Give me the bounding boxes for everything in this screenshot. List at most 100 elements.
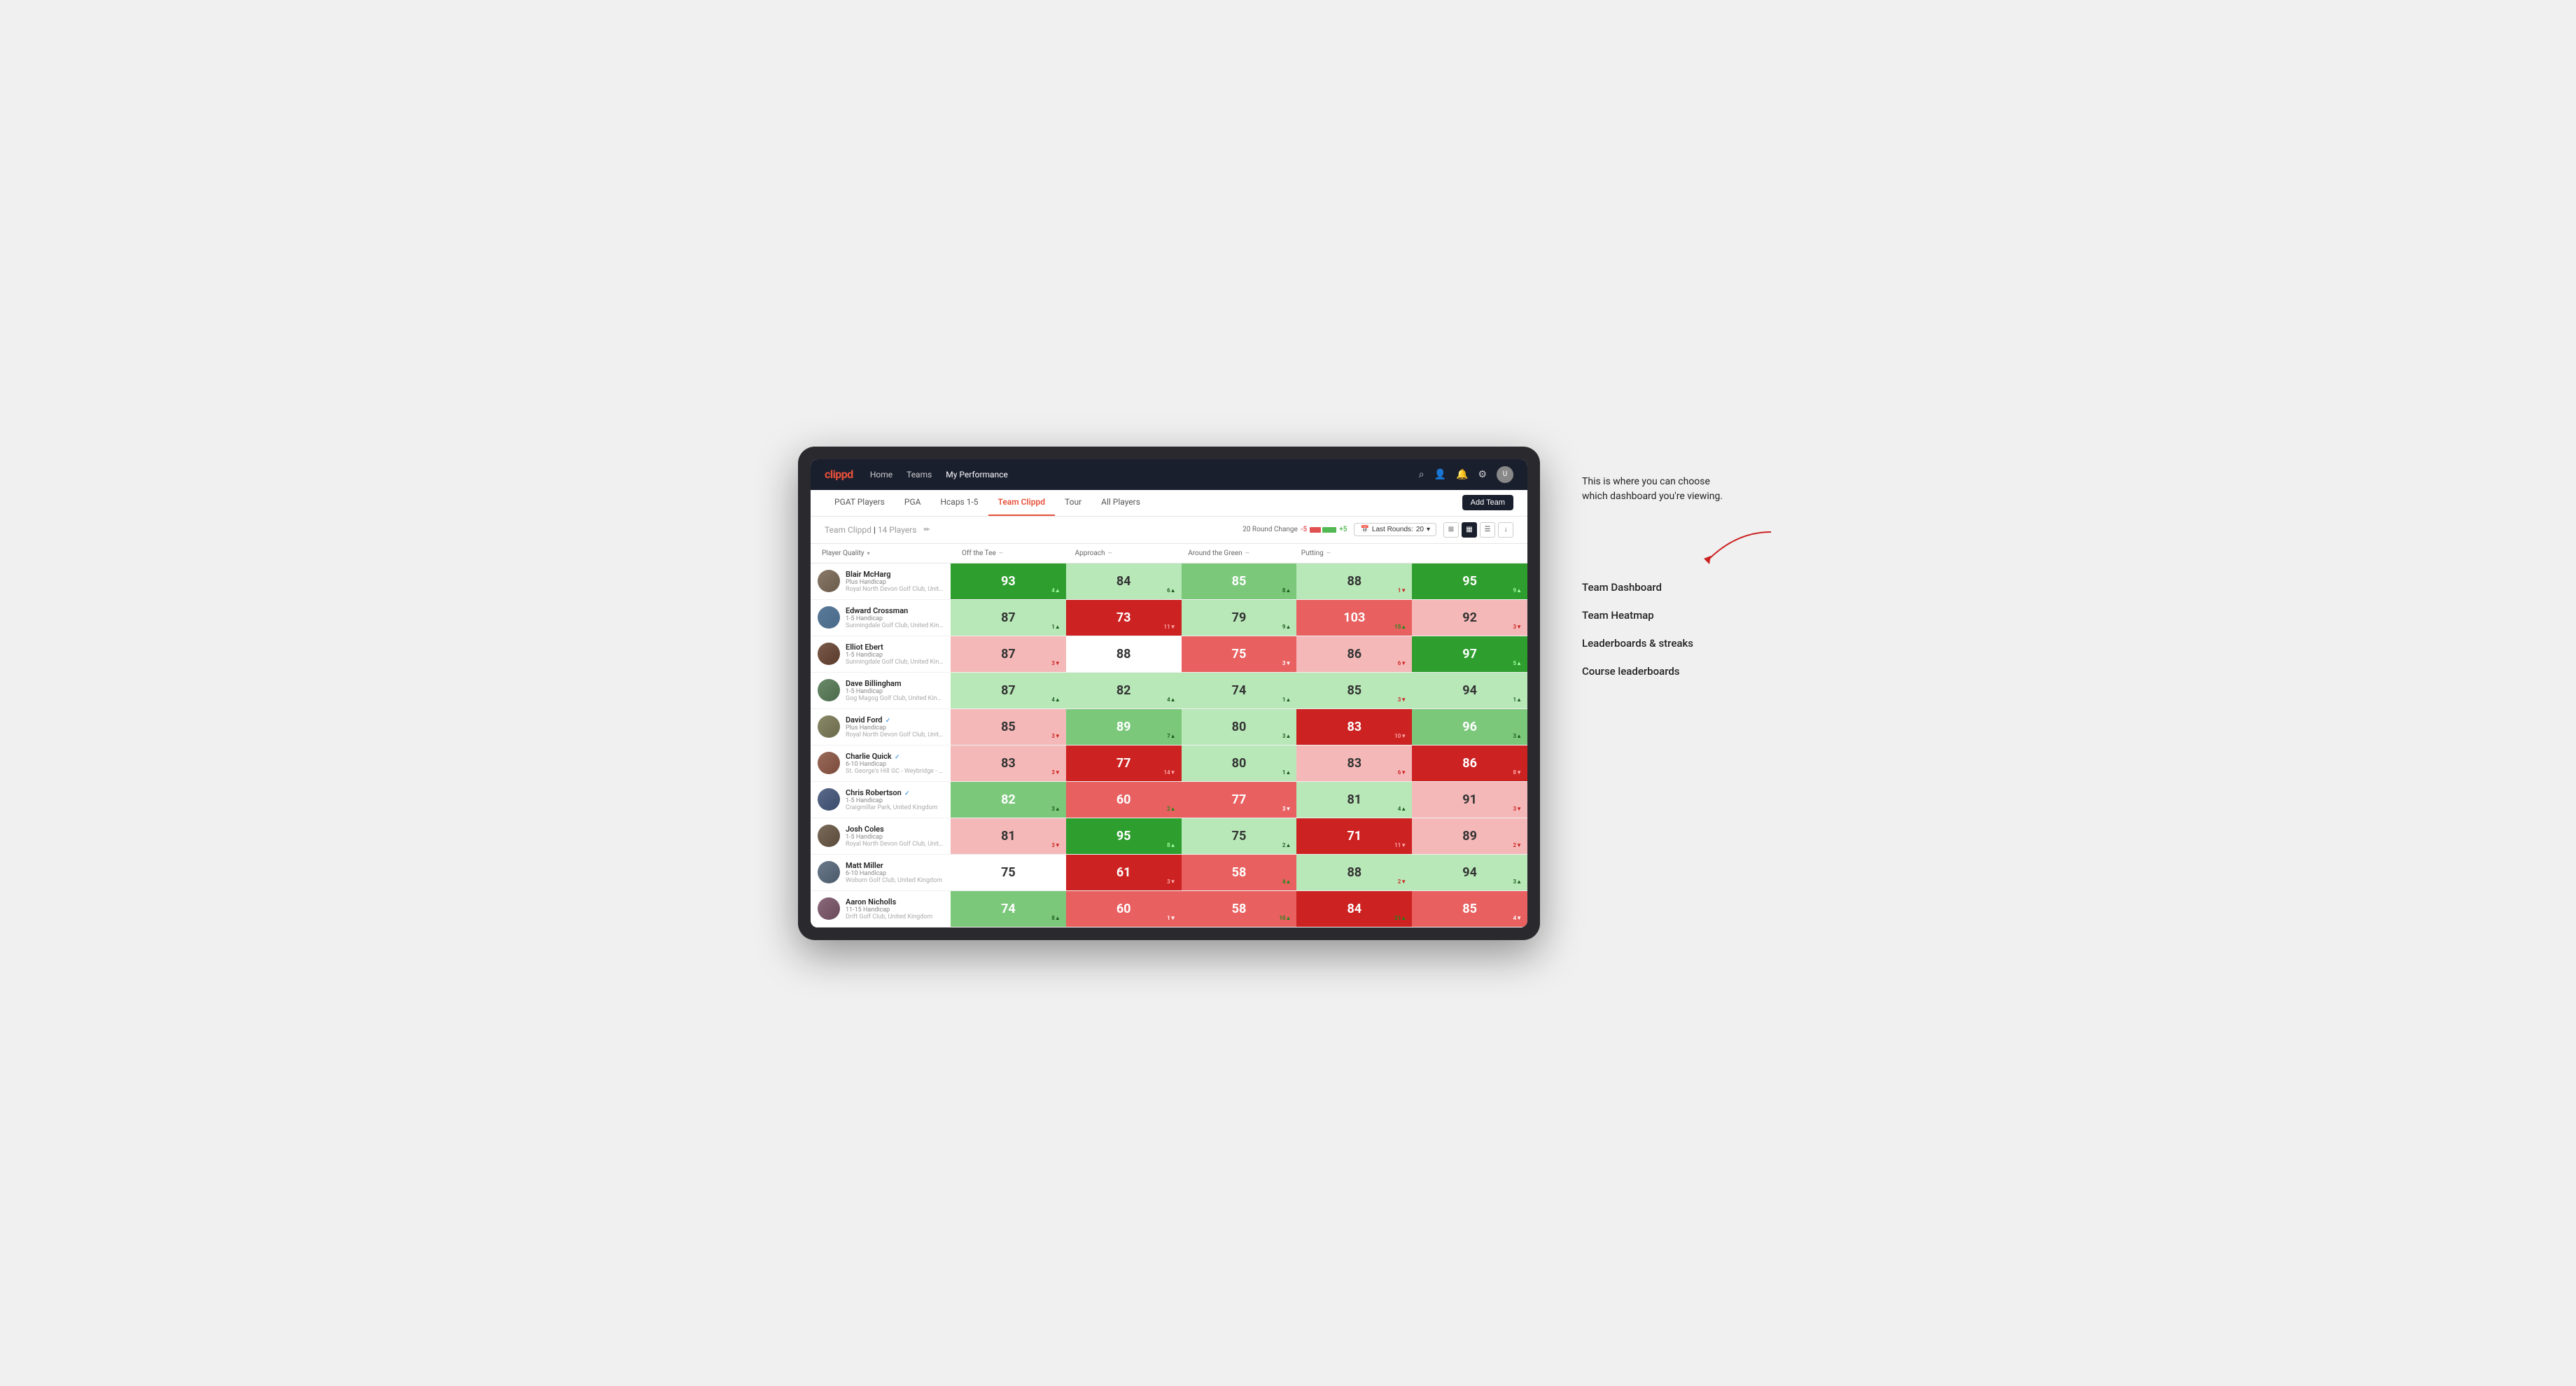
- score-cell: 7714▼: [1066, 746, 1182, 781]
- player-details: David Ford ✓Plus HandicapRoyal North Dev…: [846, 715, 944, 738]
- player-info: Matt Miller6-10 HandicapWoburn Golf Club…: [811, 855, 951, 890]
- add-team-button[interactable]: Add Team: [1462, 495, 1513, 510]
- player-details: Charlie Quick ✓6-10 HandicapSt. George's…: [846, 752, 944, 775]
- nav-link-teams[interactable]: Teams: [906, 467, 932, 482]
- search-icon[interactable]: ⌕: [1419, 469, 1424, 480]
- score-value: 80: [1232, 720, 1247, 734]
- table-row[interactable]: Aaron Nicholls11-15 HandicapDrift Golf C…: [811, 891, 1527, 927]
- option-leaderboards: Leaderboards & streaks: [1582, 637, 1778, 650]
- heatmap-view-button[interactable]: ▦: [1462, 522, 1477, 538]
- score-value: 92: [1462, 610, 1477, 625]
- player-club: Sunningdale Golf Club, United Kingdom: [846, 622, 944, 629]
- score-change: 8▲: [1282, 587, 1292, 594]
- subnav-all-players[interactable]: All Players: [1091, 489, 1150, 516]
- avatar: [818, 861, 840, 883]
- score-change: 4▲: [1282, 878, 1292, 885]
- score-cell: 882▼: [1296, 855, 1412, 890]
- team-title: Team Clippd | 14 Players: [825, 525, 916, 535]
- last-rounds-button[interactable]: 📅 Last Rounds: 20 ▾: [1354, 523, 1436, 536]
- top-nav: clippd Home Teams My Performance ⌕ 👤 🔔 ⚙…: [811, 459, 1527, 490]
- score-change: 11▼: [1394, 842, 1406, 848]
- bell-icon[interactable]: 🔔: [1456, 469, 1468, 480]
- plus-val: +5: [1339, 526, 1347, 533]
- score-cell: 824▲: [1066, 673, 1182, 708]
- subnav-pgat[interactable]: PGAT Players: [825, 489, 895, 516]
- list-view-button[interactable]: ☰: [1480, 522, 1495, 538]
- player-name: Aaron Nicholls: [846, 897, 944, 906]
- settings-icon[interactable]: ⚙: [1478, 469, 1487, 480]
- avatar: [818, 788, 840, 811]
- subnav-hcaps[interactable]: Hcaps 1-5: [930, 489, 988, 516]
- table-row[interactable]: Charlie Quick ✓6-10 HandicapSt. George's…: [811, 746, 1527, 782]
- player-info: Josh Coles1-5 HandicapRoyal North Devon …: [811, 818, 951, 854]
- avatar: [818, 825, 840, 847]
- player-handicap: 11-15 Handicap: [846, 906, 944, 913]
- score-value: 73: [1116, 610, 1131, 625]
- score-cell: 963▲: [1412, 709, 1527, 745]
- score-change: 9▲: [1282, 624, 1292, 630]
- score-cell: 881▼: [1296, 564, 1412, 599]
- score-value: 80: [1232, 756, 1247, 771]
- grid-view-button[interactable]: ⊞: [1443, 522, 1459, 538]
- score-value: 74: [1001, 902, 1016, 916]
- score-change: 4▲: [1051, 587, 1060, 594]
- col-header-player[interactable]: Player Quality ▾: [816, 547, 956, 560]
- player-handicap: 1-5 Handicap: [846, 615, 944, 622]
- player-rows: Blair McHargPlus HandicapRoyal North Dev…: [811, 564, 1527, 927]
- table-row[interactable]: Josh Coles1-5 HandicapRoyal North Devon …: [811, 818, 1527, 855]
- tablet-screen: clippd Home Teams My Performance ⌕ 👤 🔔 ⚙…: [811, 459, 1527, 927]
- table-row[interactable]: David Ford ✓Plus HandicapRoyal North Dev…: [811, 709, 1527, 746]
- score-cell: 941▲: [1412, 673, 1527, 708]
- score-cell: 868▼: [1412, 746, 1527, 781]
- score-cell: 823▲: [951, 782, 1066, 818]
- calendar-icon: 📅: [1360, 526, 1368, 533]
- player-name: David Ford ✓: [846, 715, 944, 724]
- avatar[interactable]: U: [1497, 466, 1513, 483]
- subnav-pga[interactable]: PGA: [895, 489, 931, 516]
- subnav-tour[interactable]: Tour: [1055, 489, 1091, 516]
- nav-link-home[interactable]: Home: [870, 467, 892, 482]
- table-row[interactable]: Chris Robertson ✓1-5 HandicapCraigmillar…: [811, 782, 1527, 818]
- player-name: Charlie Quick ✓: [846, 752, 944, 761]
- table-row[interactable]: Edward Crossman1-5 HandicapSunningdale G…: [811, 600, 1527, 636]
- table-row[interactable]: Elliot Ebert1-5 HandicapSunningdale Golf…: [811, 636, 1527, 673]
- score-change: 6▼: [1398, 660, 1407, 666]
- score-cell: 959▲: [1412, 564, 1527, 599]
- score-cell: 943▲: [1412, 855, 1527, 890]
- score-change: 3▼: [1051, 660, 1060, 666]
- score-cell: 836▼: [1296, 746, 1412, 781]
- col-header-putting[interactable]: Putting —: [1296, 547, 1409, 560]
- nav-icons: ⌕ 👤 🔔 ⚙ U: [1419, 466, 1513, 483]
- subnav-team-clippd[interactable]: Team Clippd: [988, 489, 1055, 516]
- col-header-around-green[interactable]: Around the Green —: [1182, 547, 1296, 560]
- table-row[interactable]: Blair McHargPlus HandicapRoyal North Dev…: [811, 564, 1527, 600]
- avatar: [818, 679, 840, 701]
- sub-nav: PGAT Players PGA Hcaps 1-5 Team Clippd T…: [811, 490, 1527, 517]
- download-button[interactable]: ↓: [1498, 522, 1513, 538]
- score-value: 83: [1347, 720, 1362, 734]
- score-change: 10▼: [1394, 733, 1406, 739]
- table-row[interactable]: Matt Miller6-10 HandicapWoburn Golf Club…: [811, 855, 1527, 891]
- table-row[interactable]: Dave Billingham1-5 HandicapGog Magog Gol…: [811, 673, 1527, 709]
- score-cell: 866▼: [1296, 636, 1412, 672]
- col-header-approach[interactable]: Approach —: [1070, 547, 1183, 560]
- score-cell: 923▼: [1412, 600, 1527, 636]
- score-cell: 613▼: [1066, 855, 1182, 890]
- score-change: 1▲: [1051, 624, 1060, 630]
- player-info: Aaron Nicholls11-15 HandicapDrift Golf C…: [811, 891, 951, 927]
- player-handicap: Plus Handicap: [846, 579, 944, 586]
- score-change: 8▲: [1167, 842, 1176, 848]
- score-value: 77: [1232, 792, 1247, 807]
- edit-icon[interactable]: ✏: [923, 525, 930, 534]
- score-change: 1▲: [1513, 696, 1522, 703]
- col-header-off-tee[interactable]: Off the Tee —: [956, 547, 1070, 560]
- score-change: 5▲: [1513, 660, 1522, 666]
- score-value: 85: [1462, 902, 1477, 916]
- avatar: [818, 570, 840, 592]
- score-value: 87: [1001, 610, 1016, 625]
- user-icon[interactable]: 👤: [1434, 469, 1446, 480]
- score-value: 93: [1001, 574, 1016, 589]
- nav-link-performance[interactable]: My Performance: [946, 467, 1008, 482]
- verified-icon: ✓: [903, 790, 910, 797]
- score-value: 74: [1232, 683, 1247, 698]
